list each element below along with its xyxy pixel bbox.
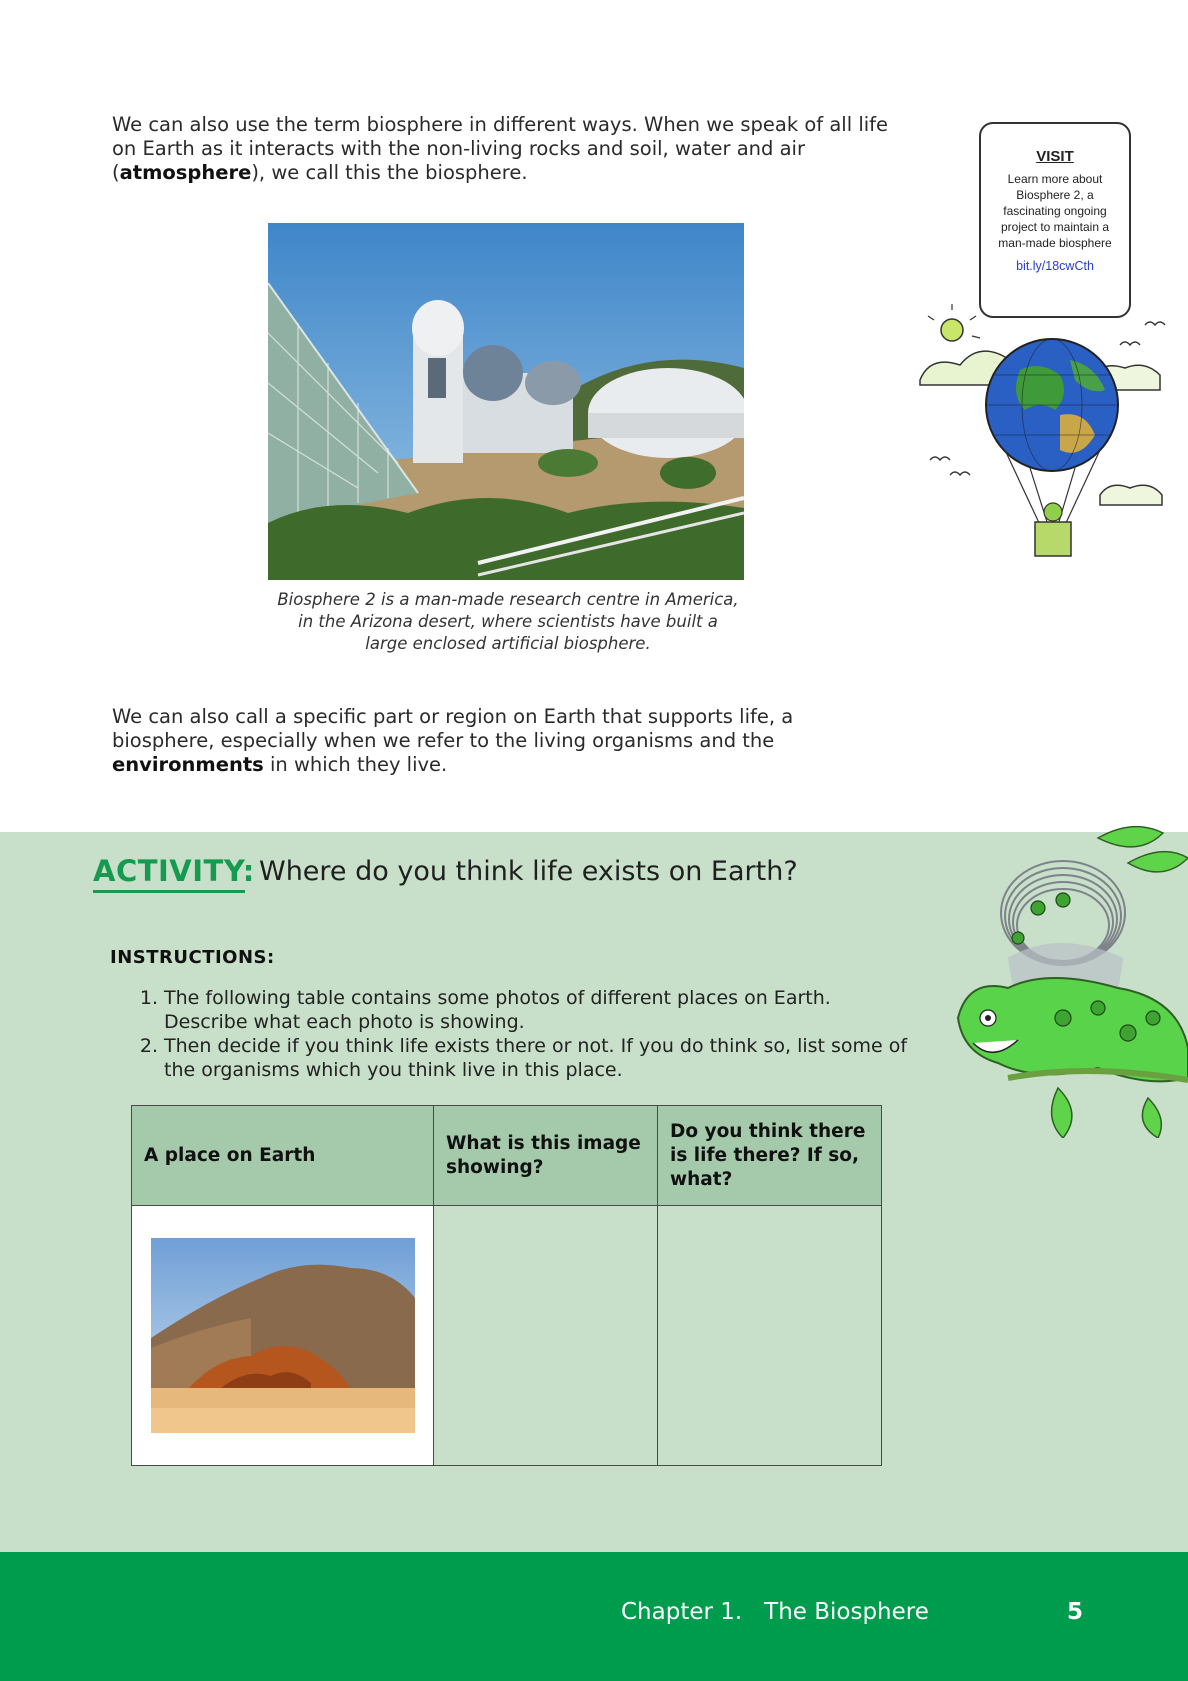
photo-caption: Biosphere 2 is a man-made research centr… <box>277 590 739 653</box>
visit-box: VISIT Learn more about Biosphere 2, a fa… <box>979 122 1131 318</box>
place-photo-cell <box>131 1205 434 1466</box>
term-atmosphere: atmosphere <box>119 161 252 184</box>
activity-underline <box>93 890 245 893</box>
activity-label: ACTIVITY: <box>93 854 255 888</box>
visit-link[interactable]: bit.ly/18cwCth <box>981 259 1129 273</box>
activity-question: Where do you think life exists on Earth? <box>259 856 798 887</box>
activity-table: A place on Earth What is this image show… <box>131 1105 882 1466</box>
slinky-mascot-illustration <box>948 818 1188 1138</box>
answer-cell-showing[interactable] <box>433 1205 658 1466</box>
instruction-item: 1. The following table contains some pho… <box>139 987 831 1033</box>
globe-balloon-illustration <box>910 300 1170 580</box>
instructions-heading: INSTRUCTIONS: <box>110 947 275 968</box>
biosphere2-photo <box>268 223 744 580</box>
visit-title: VISIT <box>1036 148 1074 165</box>
visit-text: Learn more about Biosphere 2, a fascinat… <box>998 172 1112 250</box>
table-header-row: A place on Earth What is this image show… <box>131 1105 882 1206</box>
header-image-showing: What is this image showing? <box>433 1105 658 1206</box>
chapter-title: Chapter 1. The Biosphere <box>621 1599 929 1625</box>
page-footer <box>0 1552 1188 1681</box>
answer-cell-life[interactable] <box>657 1205 882 1466</box>
header-life-there: Do you think there is life there? If so,… <box>657 1105 882 1206</box>
desert-photo <box>151 1238 415 1433</box>
term-environments: environments <box>112 753 264 776</box>
instruction-item: 2. Then decide if you think life exists … <box>139 1035 908 1081</box>
second-paragraph: We can also call a specific part or regi… <box>112 705 794 776</box>
table-row <box>131 1205 882 1466</box>
intro-paragraph: We can also use the term biosphere in di… <box>112 113 889 184</box>
instructions-list: 1. The following table contains some pho… <box>130 986 910 1082</box>
header-place: A place on Earth <box>131 1105 434 1206</box>
page-number: 5 <box>1067 1599 1084 1625</box>
